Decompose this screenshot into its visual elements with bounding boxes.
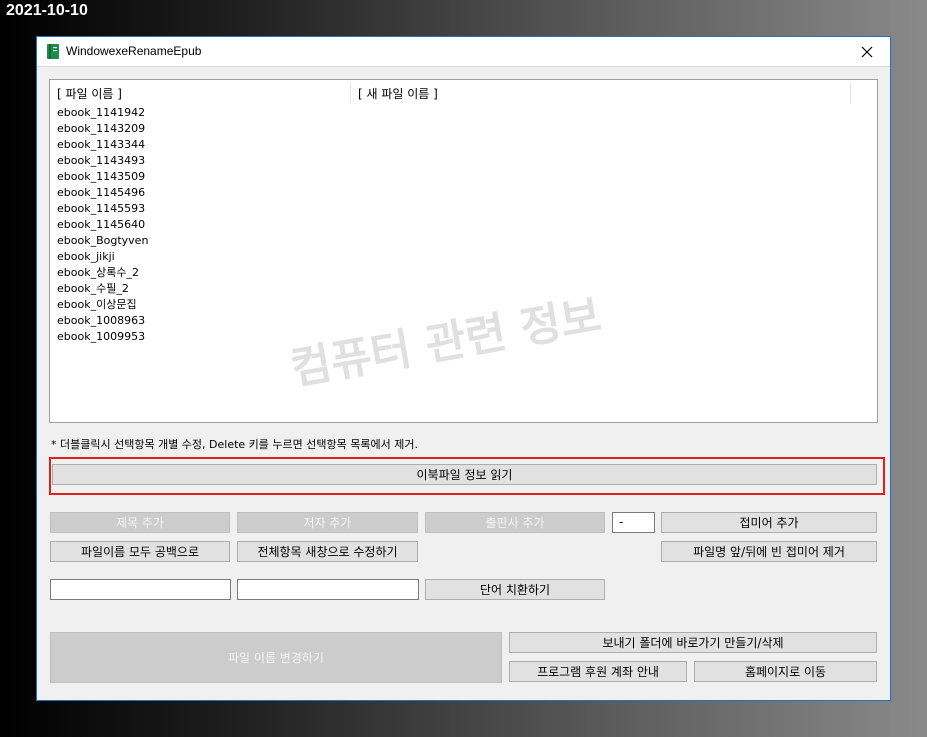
edit-all-new-window-button[interactable]: 전체항목 새창으로 수정하기 — [237, 541, 418, 562]
list-item[interactable]: ebook_이상문집 — [57, 297, 148, 313]
donation-info-button[interactable]: 프로그램 후원 계좌 안내 — [509, 661, 687, 682]
add-author-button[interactable]: 저자 추가 — [237, 512, 418, 533]
list-item[interactable]: ebook_1143509 — [57, 169, 148, 185]
separator-input[interactable]: - — [612, 512, 655, 533]
sendto-shortcut-button[interactable]: 보내기 폴더에 바로가기 만들기/삭제 — [509, 632, 877, 653]
list-item[interactable]: ebook_1143344 — [57, 137, 148, 153]
file-rows: ebook_1141942 ebook_1143209 ebook_1143344 e… — [57, 105, 148, 345]
list-item[interactable]: ebook_1145496 — [57, 185, 148, 201]
add-title-button[interactable]: 제목 추가 — [50, 512, 230, 533]
close-icon — [861, 46, 873, 57]
replace-word-button[interactable]: 단어 치환하기 — [425, 579, 605, 600]
list-item[interactable]: ebook_1143209 — [57, 121, 148, 137]
usage-hint: * 더블클릭시 선택항목 개별 수정, Delete 키를 누르면 선택항목 목… — [51, 438, 418, 451]
column-separator[interactable] — [350, 82, 351, 104]
list-item[interactable]: ebook_1143493 — [57, 153, 148, 169]
list-item[interactable]: ebook_Bogtyven — [57, 233, 148, 249]
column-header-new-file-name[interactable]: [ 새 파일 이름 ] — [358, 85, 438, 102]
add-publisher-button[interactable]: 출판사 추가 — [425, 512, 605, 533]
column-header-file-name[interactable]: [ 파일 이름 ] — [57, 85, 122, 102]
all-spaces-button[interactable]: 파일이름 모두 공백으로 — [50, 541, 230, 562]
homepage-button[interactable]: 홈페이지로 이동 — [694, 661, 877, 682]
list-item[interactable]: ebook_1145593 — [57, 201, 148, 217]
list-item[interactable]: ebook_jikji — [57, 249, 148, 265]
date-stamp: 2021-10-10 — [6, 2, 88, 19]
book-icon — [47, 44, 59, 59]
add-suffix-button[interactable]: 접미어 추가 — [661, 512, 877, 533]
list-item[interactable]: ebook_1145640 — [57, 217, 148, 233]
close-button[interactable] — [844, 37, 890, 66]
file-list[interactable]: [ 파일 이름 ] [ 새 파일 이름 ] ebook_1141942 ebook… — [49, 79, 878, 423]
list-item[interactable]: ebook_상록수_2 — [57, 265, 148, 281]
list-item[interactable]: ebook_1009953 — [57, 329, 148, 345]
read-ebook-info-button[interactable]: 이북파일 정보 읽기 — [52, 464, 877, 485]
list-item[interactable]: ebook_1008963 — [57, 313, 148, 329]
app-window: WindowexeRenameEpub [ 파일 이름 ] [ 새 파일 이름 … — [36, 36, 891, 701]
rename-files-button[interactable]: 파일 이름 변경하기 — [50, 632, 502, 683]
column-separator[interactable] — [850, 82, 851, 104]
find-word-input[interactable] — [50, 579, 231, 600]
replace-word-input[interactable] — [237, 579, 419, 600]
remove-empty-affix-button[interactable]: 파일명 앞/뒤에 빈 접미어 제거 — [661, 541, 877, 562]
list-item[interactable]: ebook_수필_2 — [57, 281, 148, 297]
list-item[interactable]: ebook_1141942 — [57, 105, 148, 121]
window-title: WindowexeRenameEpub — [66, 44, 202, 58]
title-bar[interactable]: WindowexeRenameEpub — [37, 37, 890, 67]
